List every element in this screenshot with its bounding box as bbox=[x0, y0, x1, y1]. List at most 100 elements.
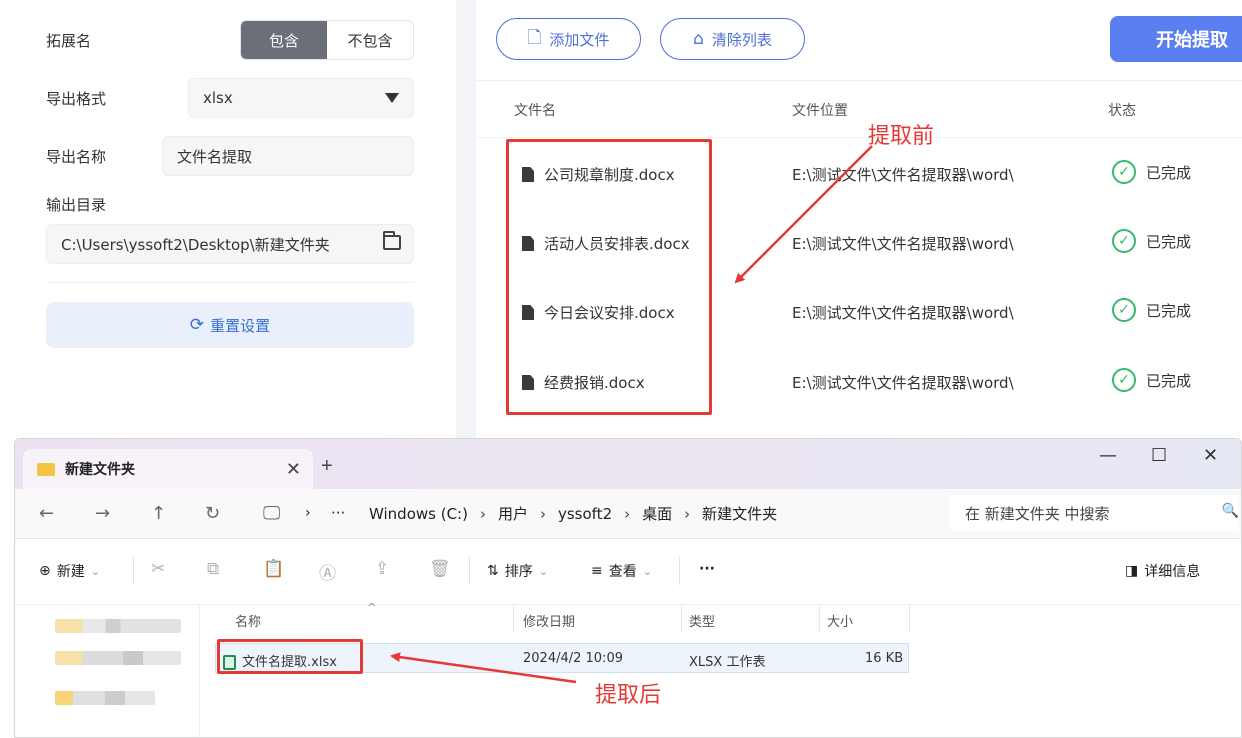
new-label: 新建 bbox=[56, 564, 85, 580]
file-explorer-window: 新建文件夹 ✕ + — ☐ ✕ ← → ↑ ↻ 🖵 › ··· Windows … bbox=[14, 438, 1242, 738]
plus-circle-icon: ⊕ bbox=[39, 563, 51, 579]
column-name[interactable]: 名称 bbox=[235, 611, 261, 630]
breadcrumb-folder[interactable]: 新建文件夹 bbox=[702, 503, 777, 524]
sidebar-item[interactable] bbox=[55, 691, 155, 705]
more-options-button[interactable]: ··· bbox=[699, 561, 715, 577]
paste-icon[interactable]: 📋 bbox=[263, 559, 284, 579]
rename-icon[interactable]: Ⓐ bbox=[319, 559, 336, 584]
chevron-down-icon: ⌄ bbox=[90, 564, 100, 578]
divider bbox=[909, 605, 910, 633]
status-text: 已完成 bbox=[1146, 232, 1192, 251]
extractor-app: 拓展名 包含 不包含 导出格式 xlsx 导出名称 文件名提取 输出目录 C:\… bbox=[0, 0, 1242, 440]
sort-icon: ⇅ bbox=[487, 563, 499, 579]
folder-icon bbox=[37, 462, 55, 476]
format-select[interactable]: xlsx bbox=[188, 78, 414, 118]
sidebar-item[interactable] bbox=[55, 651, 181, 665]
view-label: 查看 bbox=[608, 564, 637, 580]
overflow-icon[interactable]: ··· bbox=[331, 504, 345, 522]
file-type: XLSX 工作表 bbox=[689, 655, 766, 670]
column-size[interactable]: 大小 bbox=[827, 611, 853, 630]
divider bbox=[199, 605, 200, 737]
check-circle-icon: ✓ bbox=[1112, 368, 1136, 392]
check-circle-icon: ✓ bbox=[1112, 229, 1136, 253]
command-bar: ⊕ 新建 ⌄ ✂ ⧉ 📋 Ⓐ ⇪ 🗑 ⇅ 排序 ⌄ ≡ 查看 ⌄ ··· ◨ 详… bbox=[15, 539, 1241, 605]
status-cell: ✓ 已完成 bbox=[1112, 229, 1191, 253]
chevron-down-icon: ⌄ bbox=[642, 564, 652, 578]
breadcrumb-users[interactable]: 用户 bbox=[498, 503, 528, 524]
divider bbox=[513, 605, 514, 633]
clear-list-button[interactable]: ⌂ 清除列表 bbox=[660, 18, 805, 60]
status-text: 已完成 bbox=[1146, 163, 1192, 182]
search-placeholder: 在 新建文件夹 中搜索 bbox=[965, 504, 1110, 523]
refresh-icon[interactable]: ↻ bbox=[205, 503, 220, 524]
clear-list-label: 清除列表 bbox=[711, 30, 772, 49]
refresh-icon: ⟳ bbox=[189, 315, 205, 335]
column-type[interactable]: 类型 bbox=[689, 611, 715, 630]
delete-icon[interactable]: 🗑 bbox=[429, 559, 451, 579]
extension-mode-toggle[interactable]: 包含 不包含 bbox=[240, 20, 414, 60]
close-window-icon[interactable]: ✕ bbox=[1203, 445, 1218, 466]
highlight-box-before bbox=[506, 139, 712, 415]
include-option[interactable]: 包含 bbox=[241, 21, 327, 59]
status-text: 已完成 bbox=[1146, 301, 1192, 320]
new-button[interactable]: ⊕ 新建 ⌄ bbox=[39, 561, 100, 581]
reset-settings-button[interactable]: ⟳ 重置设置 bbox=[46, 302, 414, 348]
breadcrumb-user[interactable]: yssoft2 bbox=[558, 505, 612, 523]
file-path: E:\测试文件\文件名提取器\word\ bbox=[792, 166, 1014, 184]
add-file-button[interactable]: 🗋 添加文件 bbox=[496, 18, 641, 60]
view-button[interactable]: ≡ 查看 ⌄ bbox=[591, 561, 652, 581]
copy-icon[interactable]: ⧉ bbox=[207, 559, 219, 579]
sort-button[interactable]: ⇅ 排序 ⌄ bbox=[487, 561, 548, 581]
chevron-down-icon: ⌄ bbox=[538, 564, 548, 578]
new-tab-icon[interactable]: + bbox=[321, 455, 333, 478]
breadcrumb-drive[interactable]: Windows (C:) bbox=[369, 505, 468, 523]
column-modified[interactable]: 修改日期 bbox=[523, 611, 575, 630]
search-input[interactable]: 在 新建文件夹 中搜索 🔍 bbox=[949, 495, 1239, 531]
file-size: 16 KB bbox=[865, 651, 904, 666]
minimize-icon[interactable]: — bbox=[1099, 445, 1117, 466]
folder-open-icon[interactable] bbox=[383, 231, 401, 250]
title-bar: 新建文件夹 ✕ + — ☐ ✕ bbox=[15, 439, 1241, 489]
column-header-name: 文件名 bbox=[514, 103, 556, 119]
divider bbox=[679, 557, 680, 585]
up-icon[interactable]: ↑ bbox=[151, 503, 166, 524]
breadcrumb-sep: › bbox=[305, 505, 311, 521]
maximize-icon[interactable]: ☐ bbox=[1151, 445, 1167, 466]
divider bbox=[133, 557, 134, 585]
export-name-value: 文件名提取 bbox=[177, 147, 253, 166]
navigation-pane bbox=[15, 605, 191, 737]
add-file-label: 添加文件 bbox=[549, 30, 610, 49]
output-dir-input[interactable]: C:\Users\yssoft2\Desktop\新建文件夹 bbox=[46, 224, 414, 264]
extension-label: 拓展名 bbox=[46, 32, 92, 50]
explorer-tab[interactable]: 新建文件夹 ✕ bbox=[23, 449, 313, 489]
file-path: E:\测试文件\文件名提取器\word\ bbox=[792, 374, 1014, 392]
output-dir-value: C:\Users\yssoft2\Desktop\新建文件夹 bbox=[61, 235, 330, 254]
annotation-after: 提取后 bbox=[595, 683, 662, 708]
breadcrumb-desktop[interactable]: 桌面 bbox=[642, 503, 672, 524]
back-icon[interactable]: ← bbox=[39, 503, 54, 524]
computer-icon[interactable]: 🖵 bbox=[263, 503, 280, 524]
details-pane-button[interactable]: ◨ 详细信息 bbox=[1125, 561, 1200, 581]
export-name-input[interactable]: 文件名提取 bbox=[162, 136, 414, 176]
status-cell: ✓ 已完成 bbox=[1112, 368, 1191, 392]
exclude-option[interactable]: 不包含 bbox=[327, 21, 413, 59]
breadcrumb-sep: › bbox=[684, 504, 691, 523]
status-cell: ✓ 已完成 bbox=[1112, 298, 1191, 322]
clear-icon: ⌂ bbox=[693, 29, 704, 49]
view-icon: ≡ bbox=[591, 563, 603, 579]
close-tab-icon[interactable]: ✕ bbox=[286, 459, 301, 480]
divider bbox=[469, 557, 470, 585]
cut-icon[interactable]: ✂ bbox=[151, 559, 165, 579]
settings-panel: 拓展名 包含 不包含 导出格式 xlsx 导出名称 文件名提取 输出目录 C:\… bbox=[0, 0, 456, 440]
breadcrumb: Windows (C:) › 用户 › yssoft2 › 桌面 › 新建文件夹 bbox=[369, 503, 777, 524]
highlight-box-after bbox=[217, 639, 363, 674]
column-header-status: 状态 bbox=[1108, 103, 1136, 119]
start-extract-button[interactable]: 开始提取 bbox=[1110, 16, 1242, 62]
status-cell: ✓ 已完成 bbox=[1112, 160, 1191, 184]
sidebar-item[interactable] bbox=[55, 619, 181, 633]
dropdown-arrow-icon bbox=[385, 93, 399, 103]
reset-label: 重置设置 bbox=[210, 316, 271, 335]
divider bbox=[476, 137, 1242, 138]
share-icon[interactable]: ⇪ bbox=[375, 559, 389, 579]
forward-icon[interactable]: → bbox=[95, 503, 110, 524]
